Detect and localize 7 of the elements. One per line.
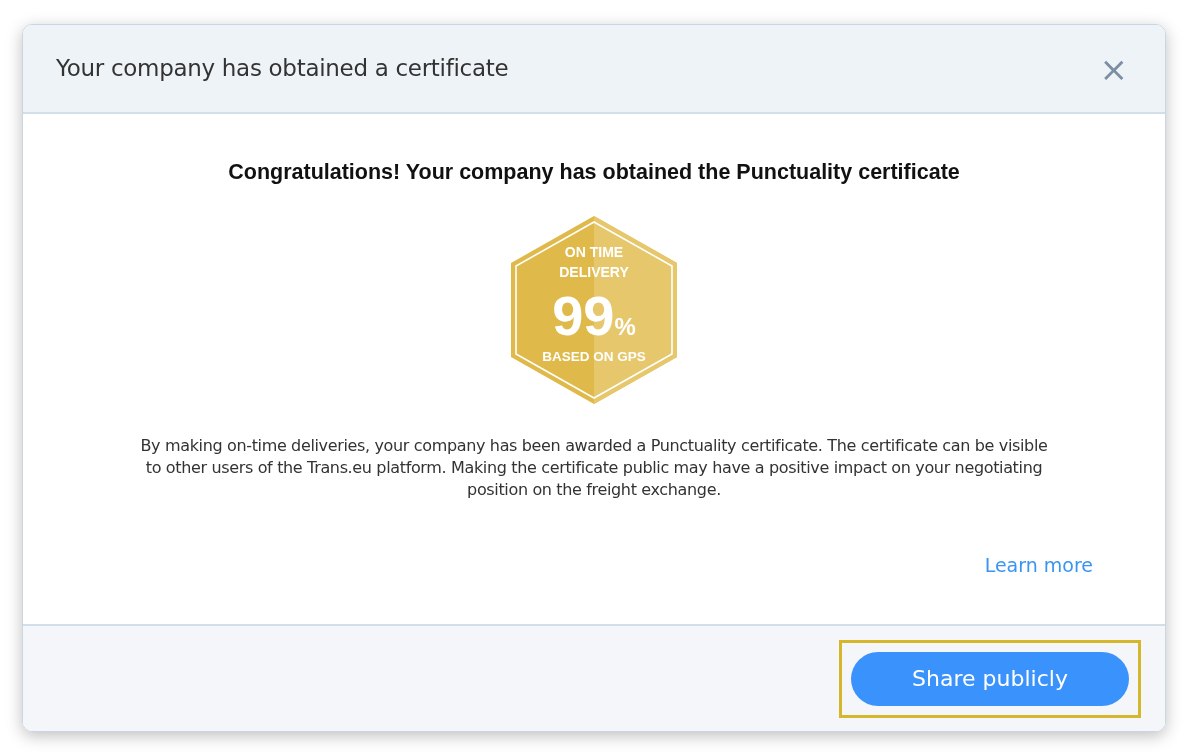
learn-more-link[interactable]: Learn more	[984, 551, 1093, 580]
description: By making on-time deliveries, your company has been awarded a Punctuality certificate. The certificate can be visible to other users of the Trans.eu platform. Making the certificate public may have a positive impact on your negotiating position on the freight exchange.	[139, 435, 1049, 502]
dialog-title: Your company has obtained a certificate	[56, 54, 509, 84]
close-button[interactable]: ×	[1095, 51, 1132, 86]
share-publicly-button[interactable]: Share publicly	[851, 651, 1129, 706]
certificate-badge: ON TIME DELIVERY 99% BASED ON GPS	[510, 215, 678, 406]
heading: Congratulations! Your company has obtained the Punctuality certificate	[228, 159, 960, 186]
